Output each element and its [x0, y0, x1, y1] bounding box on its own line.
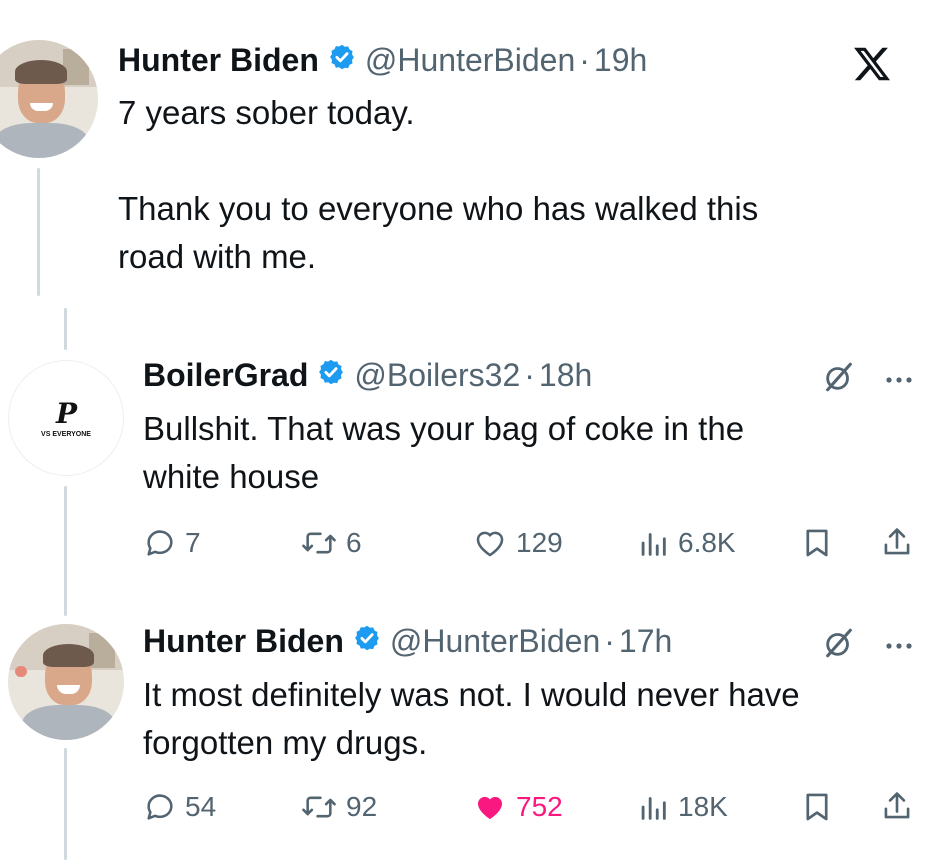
- post-time[interactable]: 17h: [619, 623, 672, 660]
- more-options-icon[interactable]: [884, 638, 914, 649]
- more-options-icon[interactable]: [884, 372, 914, 383]
- avatar[interactable]: [0, 40, 98, 158]
- views-button[interactable]: 6.8K: [636, 526, 736, 560]
- bookmark-icon[interactable]: [800, 790, 834, 829]
- share-icon[interactable]: [880, 524, 914, 565]
- author-handle[interactable]: @HunterBiden: [390, 623, 600, 660]
- heart-filled-icon: [477, 796, 503, 820]
- repost-button[interactable]: 92: [300, 790, 377, 824]
- reply-text: It most definitely was not. I would neve…: [143, 676, 800, 761]
- reply-count: 54: [185, 791, 217, 822]
- bookmark-icon[interactable]: [800, 526, 834, 565]
- grok-icon[interactable]: [822, 626, 856, 660]
- thread-line: [64, 486, 67, 616]
- view-count: 18K: [678, 791, 728, 822]
- post-header: Hunter Biden @HunterBiden · 19h: [118, 42, 647, 79]
- separator: ·: [524, 357, 535, 393]
- like-count: 129: [516, 527, 563, 558]
- avatar-logo-caption: VS EVERYONE: [41, 431, 91, 438]
- like-button[interactable]: 752: [472, 790, 563, 824]
- like-count: 752: [516, 791, 563, 822]
- repost-icon: [302, 796, 336, 818]
- share-icon[interactable]: [880, 788, 914, 829]
- post-text: 7 years sober today. Thank you to everyo…: [118, 94, 759, 275]
- x-logo-icon: [852, 44, 892, 84]
- repost-button[interactable]: 6: [300, 526, 362, 560]
- author-handle[interactable]: @HunterBiden: [365, 42, 575, 79]
- avatar-logo-mark: P: [55, 397, 77, 430]
- reply-count: 7: [185, 527, 201, 558]
- views-icon: [641, 533, 666, 556]
- repost-count: 6: [346, 527, 362, 558]
- reply-header: Hunter Biden @HunterBiden · 17h: [143, 623, 672, 660]
- separator: ·: [604, 623, 615, 659]
- post-time[interactable]: 18h: [539, 357, 592, 394]
- like-button[interactable]: 129: [472, 526, 563, 560]
- author-name[interactable]: Hunter Biden: [118, 42, 319, 79]
- views-button[interactable]: 18K: [636, 790, 728, 824]
- avatar[interactable]: P VS EVERYONE: [8, 360, 124, 476]
- repost-icon: [302, 532, 336, 554]
- author-handle[interactable]: @Boilers32: [354, 357, 520, 394]
- verified-badge-icon: [328, 42, 356, 79]
- author-name[interactable]: BoilerGrad: [143, 357, 308, 394]
- verified-badge-icon: [353, 623, 381, 660]
- reply-button[interactable]: 7: [143, 526, 201, 560]
- post-time[interactable]: 19h: [594, 42, 647, 79]
- view-count: 6.8K: [678, 527, 736, 558]
- reply-button[interactable]: 54: [143, 790, 216, 824]
- thread-line: [37, 168, 40, 296]
- repost-count: 92: [346, 791, 378, 822]
- comment-icon: [147, 530, 173, 556]
- author-name[interactable]: Hunter Biden: [143, 623, 344, 660]
- verified-badge-icon: [317, 357, 345, 394]
- avatar[interactable]: [8, 624, 124, 740]
- thread-line: [64, 748, 67, 860]
- heart-icon: [476, 531, 504, 557]
- reply-text: Bullshit. That was your bag of coke in t…: [143, 410, 745, 495]
- views-icon: [641, 797, 666, 820]
- separator: ·: [579, 42, 590, 78]
- comment-icon: [147, 794, 173, 820]
- grok-icon[interactable]: [822, 360, 856, 394]
- reply-header: BoilerGrad @Boilers32 · 18h: [143, 357, 592, 394]
- thread-line: [64, 308, 67, 350]
